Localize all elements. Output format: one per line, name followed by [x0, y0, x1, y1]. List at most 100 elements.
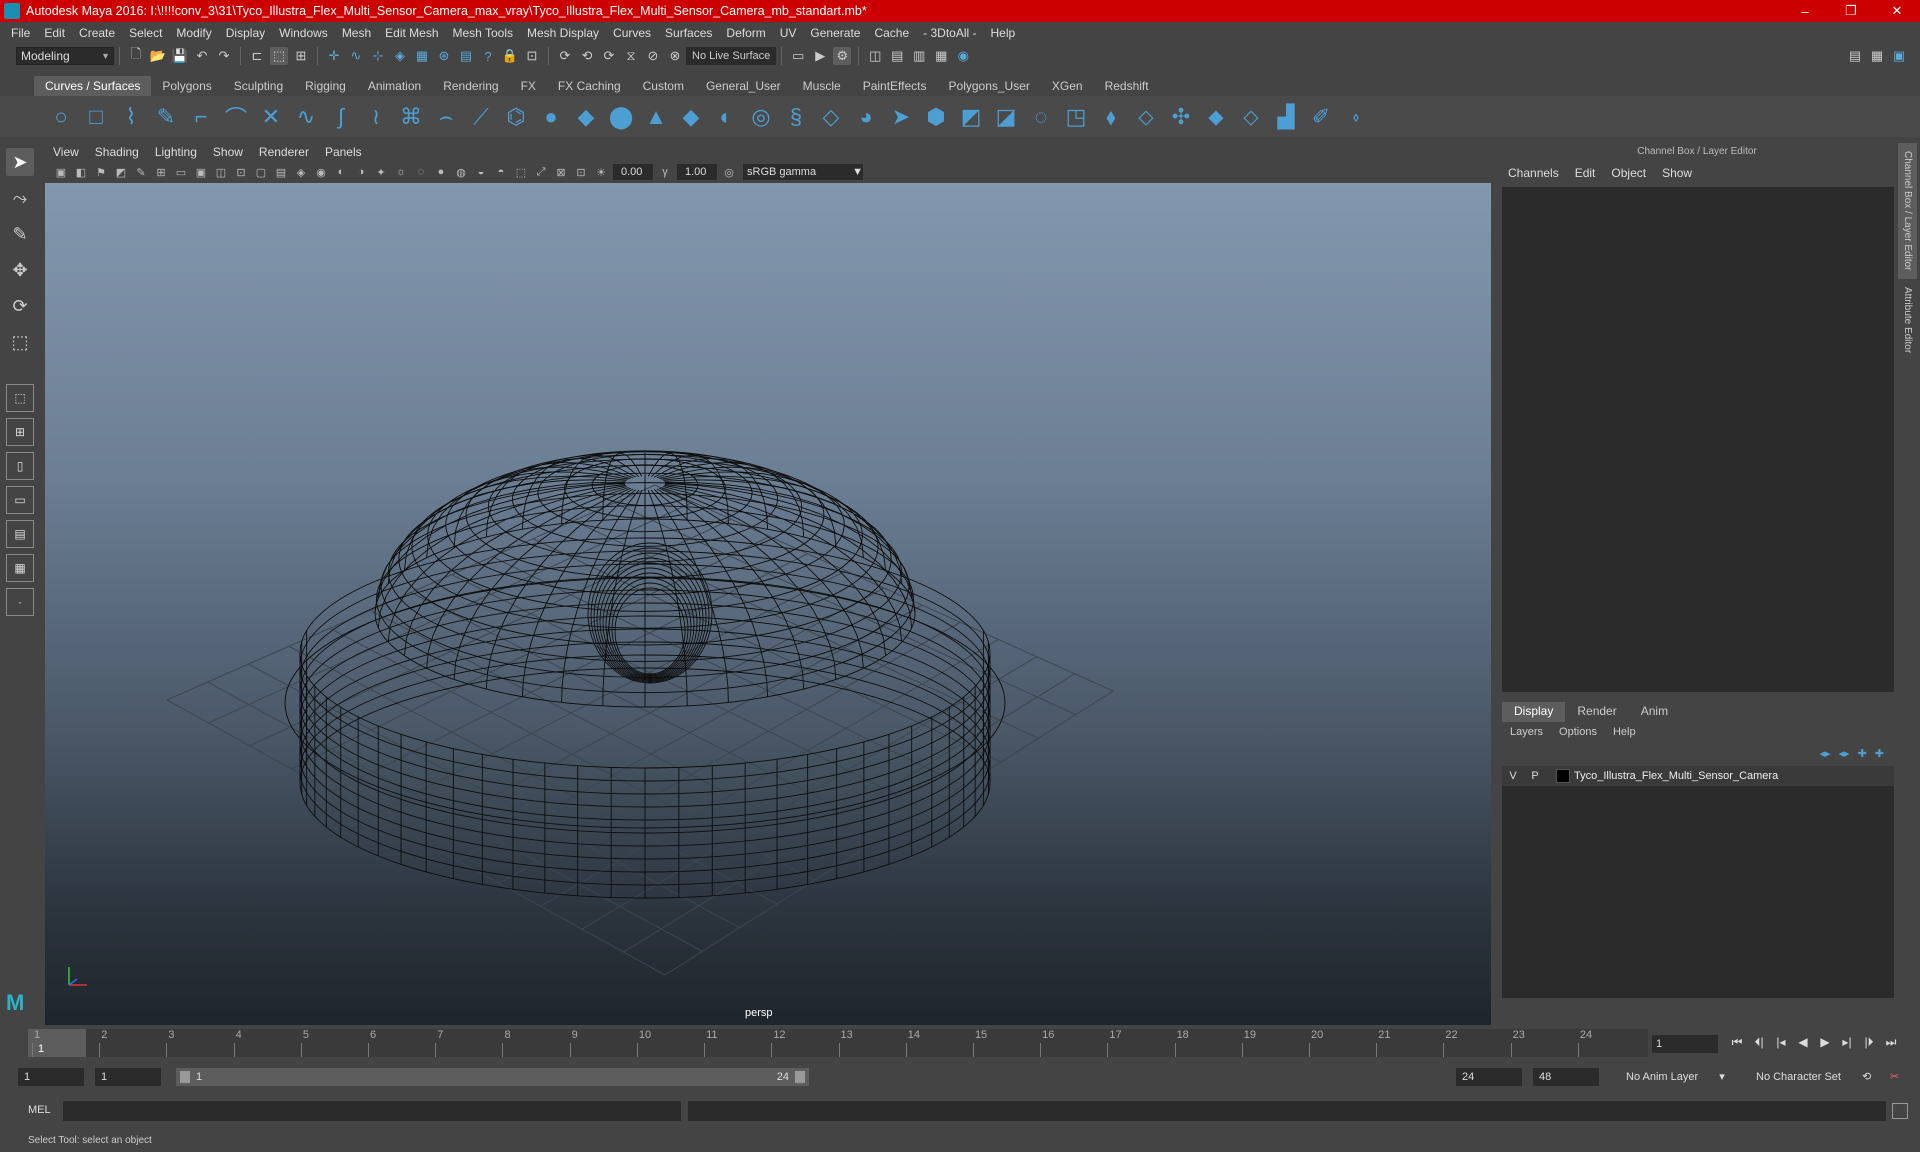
render-icon[interactable]: ⊘ — [644, 47, 662, 65]
camera-attributes-icon[interactable]: ◧ — [73, 164, 89, 180]
nurbs-plane-icon[interactable]: ◆ — [678, 104, 704, 130]
curve-intersect-icon[interactable]: ✕ — [258, 104, 284, 130]
go-to-end-icon[interactable]: ⏭ — [1880, 1035, 1902, 1050]
colorspace-dropdown[interactable]: sRGB gamma ▼ — [743, 164, 863, 180]
shadows-icon[interactable]: ☼ — [393, 164, 409, 180]
menu-curves[interactable]: Curves — [606, 26, 658, 40]
menu-deform[interactable]: Deform — [719, 26, 772, 40]
nurbs-cylinder-icon[interactable]: ⬤ — [608, 104, 634, 130]
time-ruler[interactable]: 1 1 2 3 4 5 6 7 8 9 10 11 12 13 14 15 16 17 18 19 20 21 22 23 2… — [28, 1029, 1648, 1057]
persp-hypershade-layout-icon[interactable]: ▦ — [6, 554, 34, 582]
shelf-tab-xgen[interactable]: XGen — [1041, 76, 1094, 96]
bookmark-icon[interactable]: ⚑ — [93, 164, 109, 180]
ipr-icon[interactable]: ⊗ — [666, 47, 684, 65]
exposure-icon[interactable]: ☀ — [593, 164, 609, 180]
exposure-field[interactable]: 0.00 — [613, 164, 653, 180]
viewport-menu-show[interactable]: Show — [205, 145, 251, 159]
grid-icon[interactable]: ⊞ — [153, 164, 169, 180]
menu-create[interactable]: Create — [72, 26, 122, 40]
layer-tab-render[interactable]: Render — [1565, 702, 1628, 722]
layer-playback-toggle[interactable]: P — [1524, 770, 1546, 782]
trim-icon[interactable]: ◌ — [1028, 104, 1054, 130]
channel-menu-edit[interactable]: Edit — [1575, 166, 1596, 180]
anti-aliasing-icon[interactable]: ◒ — [473, 164, 489, 180]
safe-title-icon[interactable]: ▤ — [273, 164, 289, 180]
rebuild-curve-icon[interactable]: ⌘ — [398, 104, 424, 130]
four-view-layout-icon[interactable]: ⊞ — [6, 418, 34, 446]
align-icon[interactable]: ✣ — [1168, 104, 1194, 130]
film-gate-icon[interactable]: ▭ — [173, 164, 189, 180]
grease-pencil-icon[interactable]: ✎ — [133, 164, 149, 180]
playback-start-field[interactable]: 1 — [95, 1068, 161, 1086]
channel-menu-object[interactable]: Object — [1611, 166, 1646, 180]
command-input[interactable] — [63, 1101, 681, 1121]
layer-row[interactable]: V P Tyco_Illustra_Flex_Multi_Sensor_Came… — [1502, 766, 1894, 786]
animation-prefs-icon[interactable]: ✂ — [1890, 1068, 1899, 1086]
wireframe-on-shaded-icon[interactable]: ◐ — [333, 164, 349, 180]
motion-blur-icon[interactable]: ◍ — [453, 164, 469, 180]
loft-icon[interactable]: § — [783, 104, 809, 130]
tab-channel-box[interactable]: Channel Box / Layer Editor — [1898, 143, 1917, 279]
render-settings-icon[interactable]: ⚙ — [833, 47, 852, 65]
menu-cache[interactable]: Cache — [867, 26, 916, 40]
menu-uv[interactable]: UV — [773, 26, 804, 40]
depth-of-field-icon[interactable]: ◓ — [493, 164, 509, 180]
scale-tool-icon[interactable]: ⬚ — [6, 328, 34, 356]
detach-curve-icon[interactable]: ⌢ — [433, 104, 459, 130]
shelf-tab-curves-surfaces[interactable]: Curves / Surfaces — [34, 76, 152, 96]
stitch-icon[interactable]: ⬧ — [1098, 104, 1124, 130]
snap-surface-icon[interactable]: ▦ — [413, 47, 431, 65]
animation-end-field[interactable]: 48 — [1533, 1068, 1599, 1086]
square-icon[interactable]: □ — [83, 104, 109, 130]
rebuild-surface-icon[interactable]: ⬦ — [1238, 104, 1264, 130]
render-frame-icon[interactable]: ▶ — [811, 47, 829, 65]
channel-menu-show[interactable]: Show — [1662, 166, 1692, 180]
curve-offset-icon[interactable]: ≀ — [363, 104, 389, 130]
cv-curve-icon[interactable]: ⌇ — [118, 104, 144, 130]
layer-tab-anim[interactable]: Anim — [1629, 702, 1680, 722]
move-layer-down-icon[interactable]: ◂▸ — [1839, 747, 1850, 760]
undo-icon[interactable]: ↶ — [193, 47, 211, 65]
nurbs-cube-icon[interactable]: ◆ — [573, 104, 599, 130]
insert-isoparm-icon[interactable]: ▟ — [1273, 104, 1299, 130]
menu-3dtoall[interactable]: - 3DtoAll - — [916, 26, 983, 40]
shelf-tab-painteffects[interactable]: PaintEffects — [852, 76, 938, 96]
channel-box-icon[interactable]: ▣ — [1890, 47, 1908, 65]
viewport-menu-renderer[interactable]: Renderer — [251, 145, 317, 159]
viewport-menu-shading[interactable]: Shading — [87, 145, 147, 159]
layer-color-swatch[interactable] — [1556, 769, 1570, 783]
go-to-start-icon[interactable]: ⏮ — [1726, 1035, 1748, 1050]
birail-icon[interactable]: ➤ — [888, 104, 914, 130]
new-scene-icon[interactable]: 🗋 — [127, 46, 145, 65]
live-surface-field[interactable]: No Live Surface — [686, 47, 777, 65]
persp-outliner-layout-icon[interactable]: ▭ — [6, 486, 34, 514]
step-back-key-icon[interactable]: ⏴| — [1748, 1035, 1770, 1050]
animation-start-field[interactable]: 1 — [18, 1068, 84, 1086]
boundary-icon[interactable]: ⬢ — [923, 104, 949, 130]
step-forward-frame-icon[interactable]: ▸| — [1836, 1035, 1858, 1050]
viewport-menu-panels[interactable]: Panels — [317, 145, 370, 159]
save-scene-icon[interactable]: 💾 — [171, 47, 189, 65]
menu-mesh-tools[interactable]: Mesh Tools — [446, 26, 520, 40]
select-component-icon[interactable]: ⊞ — [292, 47, 310, 65]
wireframe-icon[interactable]: ◈ — [293, 164, 309, 180]
layer-menu-help[interactable]: Help — [1613, 726, 1636, 738]
nurbs-cone-icon[interactable]: ▲ — [643, 104, 669, 130]
persp-graph-layout-icon[interactable]: ▤ — [6, 520, 34, 548]
render-setup-icon[interactable]: ▤ — [888, 47, 906, 65]
character-set-dropdown[interactable]: No Character Set — [1756, 1068, 1841, 1086]
cut-curve-icon[interactable]: ⌬ — [503, 104, 529, 130]
hypershade-icon[interactable]: ◫ — [866, 47, 884, 65]
menu-display[interactable]: Display — [219, 26, 272, 40]
sculpt-icon[interactable]: ⬦ — [1133, 104, 1159, 130]
shelf-tab-fx[interactable]: FX — [510, 76, 547, 96]
range-slider[interactable]: 1 24 — [176, 1068, 809, 1086]
layer-menu-layers[interactable]: Layers — [1510, 726, 1543, 738]
move-layer-up-icon[interactable]: ◂▸ — [1819, 747, 1830, 760]
snap-magnet-icon[interactable]: ⊛ — [435, 47, 453, 65]
rotate-tool-icon[interactable]: ⟳ — [6, 292, 34, 320]
camera-select-icon[interactable]: ▣ — [53, 164, 69, 180]
render-view-icon[interactable]: ▭ — [789, 47, 807, 65]
script-editor-icon[interactable] — [1892, 1103, 1908, 1119]
snap-grid-icon[interactable]: ✛ — [325, 47, 343, 65]
